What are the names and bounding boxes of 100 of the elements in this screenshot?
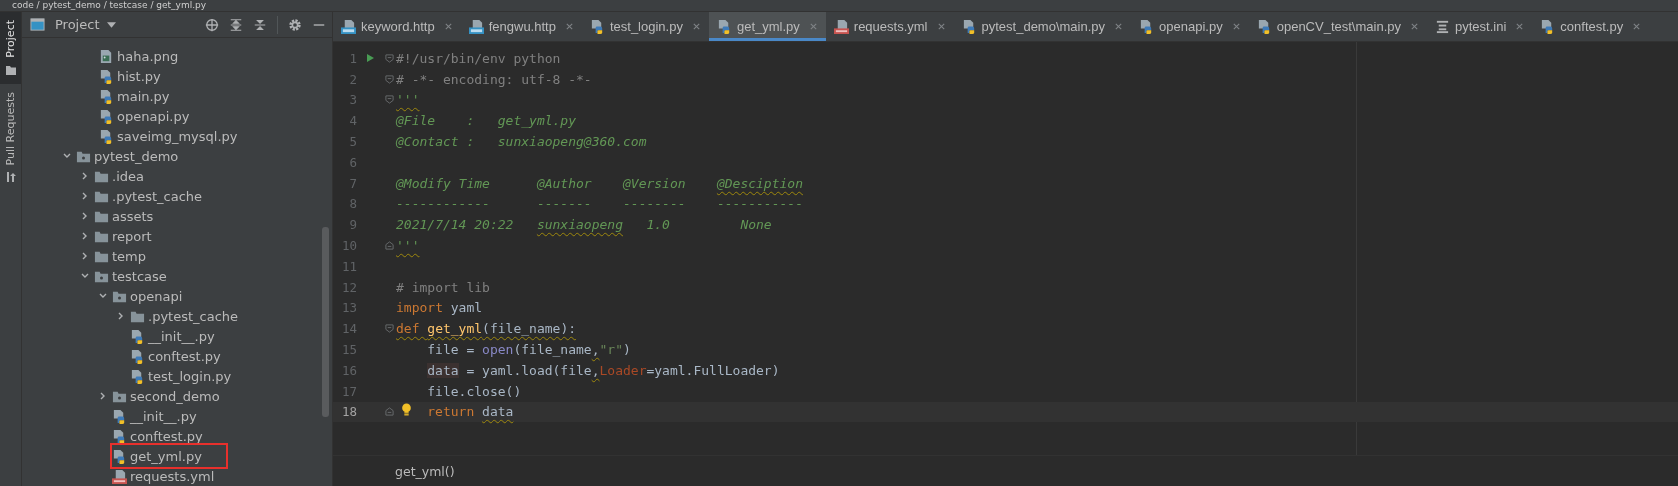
file-item[interactable]: get_yml.py <box>112 445 226 467</box>
image-file-icon <box>99 48 114 64</box>
close-icon[interactable] <box>1410 22 1419 31</box>
code-line: @Modify Time @Author @Version @Desciption <box>396 175 803 191</box>
code-line: return data <box>427 404 514 420</box>
code-breadcrumb[interactable]: get_yml() <box>395 463 455 479</box>
line-number: 3 <box>348 92 357 108</box>
close-icon[interactable] <box>936 22 946 31</box>
folder-item[interactable]: second_demo <box>112 387 224 405</box>
folder-item[interactable]: testcase <box>94 267 171 285</box>
close-icon[interactable] <box>443 22 453 31</box>
tool-window-tab[interactable]: Pull Requests <box>0 83 21 192</box>
fold-icon[interactable] <box>384 407 394 417</box>
line-number: 6 <box>348 154 357 170</box>
file-item[interactable]: openapi.py <box>99 107 194 125</box>
file-item[interactable]: conftest.py <box>130 347 225 365</box>
python-file-icon <box>130 368 145 384</box>
tool-window-tab[interactable]: Project <box>0 12 21 84</box>
expand-all-icon[interactable] <box>229 17 243 32</box>
folder-item[interactable]: openapi <box>112 287 187 305</box>
breadcrumb-path[interactable]: code / pytest_demo / testcase / get_yml.py <box>12 0 207 11</box>
line-number: 16 <box>340 362 357 378</box>
file-item[interactable]: saveimg_mysql.py <box>99 127 242 145</box>
folder-item[interactable]: report <box>94 227 156 245</box>
file-item[interactable]: main.py <box>99 87 174 105</box>
line-number: 4 <box>348 113 357 129</box>
code-line: # -*- encoding: utf-8 -*- <box>396 71 592 87</box>
editor-tab[interactable]: test_login.py <box>581 12 709 41</box>
line-number: 14 <box>340 321 357 337</box>
folder-item[interactable]: pytest_demo <box>76 147 183 165</box>
folder-item[interactable]: .pytest_cache <box>94 187 207 205</box>
run-icon[interactable] <box>365 53 375 64</box>
file-item[interactable]: hist.py <box>99 67 165 85</box>
close-icon[interactable] <box>564 22 574 31</box>
editor-tab[interactable]: conftest.py <box>1532 12 1650 41</box>
locate-icon[interactable] <box>205 17 219 32</box>
folder-icon <box>4 63 17 76</box>
settings-file-icon <box>1435 19 1450 34</box>
close-icon[interactable] <box>1632 22 1642 31</box>
fold-icon[interactable] <box>384 95 394 105</box>
fold-icon[interactable] <box>384 53 394 63</box>
python-file-icon <box>716 19 732 34</box>
collapse-all-icon[interactable] <box>253 17 267 32</box>
file-item[interactable]: test_login.py <box>130 367 236 385</box>
code-line: ''' <box>396 92 420 108</box>
line-number: 18 <box>340 404 357 420</box>
editor-tab[interactable]: fengwu.http <box>460 12 582 41</box>
python-file-icon <box>99 108 114 124</box>
scrollbar[interactable] <box>322 227 329 417</box>
editor-tab[interactable]: get_yml.py <box>708 12 826 41</box>
python-file-icon <box>130 348 145 364</box>
file-item[interactable]: requests.yml <box>112 467 219 485</box>
line-number: 2 <box>348 71 357 87</box>
editor-tab[interactable]: requests.yml <box>825 12 954 41</box>
code-line: def get_yml(file_name): <box>396 321 577 337</box>
code-line: 2021/7/14 20:22 sunxiaopeng 1.0 None <box>396 217 772 233</box>
python-file-icon <box>112 428 127 444</box>
line-number: 7 <box>348 175 357 191</box>
api-file-icon <box>468 19 484 34</box>
folder-item[interactable]: assets <box>94 207 158 225</box>
code-line: # import lib <box>396 279 490 295</box>
caret-icon[interactable] <box>107 21 117 28</box>
lightbulb-icon[interactable] <box>401 402 412 416</box>
file-item[interactable]: haha.png <box>99 47 183 65</box>
folder-item[interactable]: temp <box>94 247 150 265</box>
code-line: file.close() <box>427 383 522 399</box>
file-item[interactable]: __init__.py <box>112 407 201 425</box>
editor-tab[interactable]: pytest.ini <box>1427 12 1533 41</box>
fold-icon[interactable] <box>384 324 394 334</box>
close-icon[interactable] <box>808 22 818 31</box>
editor-tab[interactable]: openCV_test\main.py <box>1248 12 1427 41</box>
close-icon[interactable] <box>1114 22 1124 31</box>
project-view-dropdown[interactable]: Project <box>55 17 117 32</box>
code-line: file = open(file_name,"r") <box>427 342 631 358</box>
code-line: ------------ ------- -------- ----------- <box>396 196 803 212</box>
python-file-icon <box>99 88 114 104</box>
close-icon[interactable] <box>1231 22 1241 31</box>
close-icon[interactable] <box>691 22 701 31</box>
editor-tab[interactable]: pytest_demo\main.py <box>953 12 1132 41</box>
line-number: 17 <box>340 383 357 399</box>
python-file-icon <box>1256 19 1272 34</box>
fold-icon[interactable] <box>384 74 394 84</box>
settings-icon[interactable] <box>288 17 302 32</box>
close-icon[interactable] <box>1515 22 1525 31</box>
code-line: #!/usr/bin/env python <box>396 50 561 66</box>
python-file-icon <box>99 128 114 144</box>
editor-tab[interactable]: keyword.http <box>333 12 461 41</box>
python-file-icon <box>112 408 127 424</box>
folder-item[interactable]: .pytest_cache <box>130 307 243 325</box>
editor-tab[interactable]: openapi.py <box>1131 12 1249 41</box>
folder-item[interactable]: .idea <box>94 167 148 185</box>
line-number: 9 <box>348 217 357 233</box>
pull-request-icon <box>4 171 17 184</box>
yaml-file-icon <box>112 468 127 484</box>
python-file-icon <box>589 19 605 34</box>
python-file-icon <box>961 19 977 34</box>
file-item[interactable]: __init__.py <box>130 327 219 345</box>
fold-icon[interactable] <box>384 241 394 251</box>
file-item[interactable]: conftest.py <box>112 427 207 445</box>
line-number: 10 <box>340 238 357 254</box>
